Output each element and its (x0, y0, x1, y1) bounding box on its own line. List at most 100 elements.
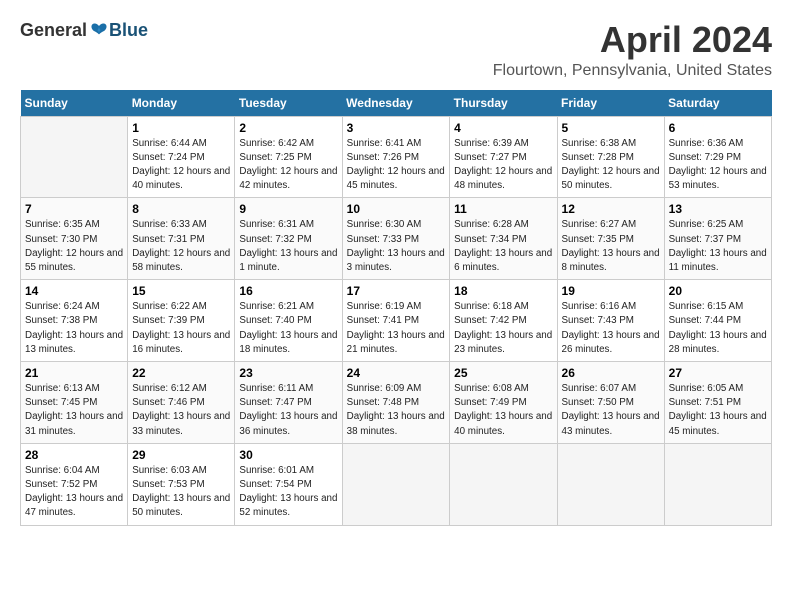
day-info: Sunrise: 6:22 AMSunset: 7:39 PMDaylight:… (132, 300, 230, 357)
day-header-thursday: Thursday (450, 90, 557, 117)
calendar-cell: 3 Sunrise: 6:41 AMSunset: 7:26 PMDaylight… (342, 116, 450, 198)
day-info: Sunrise: 6:07 AMSunset: 7:50 PMDaylight:… (562, 382, 660, 439)
calendar-cell: 27 Sunrise: 6:05 AMSunset: 7:51 PMDayligh… (664, 362, 771, 444)
calendar-cell: 25 Sunrise: 6:08 AMSunset: 7:49 PMDayligh… (450, 362, 557, 444)
day-number: 21 (25, 366, 123, 380)
calendar-header-row: SundayMondayTuesdayWednesdayThursdayFrid… (21, 90, 772, 117)
day-number: 3 (347, 121, 446, 135)
day-number: 11 (454, 202, 552, 216)
day-info: Sunrise: 6:39 AMSunset: 7:27 PMDaylight:… (454, 137, 552, 194)
day-number: 16 (239, 284, 337, 298)
calendar-cell (342, 443, 450, 525)
day-number: 13 (669, 202, 767, 216)
day-number: 12 (562, 202, 660, 216)
calendar-cell: 17 Sunrise: 6:19 AMSunset: 7:41 PMDayligh… (342, 280, 450, 362)
calendar-cell: 13 Sunrise: 6:25 AMSunset: 7:37 PMDayligh… (664, 198, 771, 280)
day-info: Sunrise: 6:42 AMSunset: 7:25 PMDaylight:… (239, 137, 337, 194)
calendar-week-row: 1 Sunrise: 6:44 AMSunset: 7:24 PMDaylight… (21, 116, 772, 198)
calendar-cell: 4 Sunrise: 6:39 AMSunset: 7:27 PMDaylight… (450, 116, 557, 198)
calendar-cell: 9 Sunrise: 6:31 AMSunset: 7:32 PMDaylight… (235, 198, 342, 280)
day-number: 7 (25, 202, 123, 216)
calendar-cell: 24 Sunrise: 6:09 AMSunset: 7:48 PMDayligh… (342, 362, 450, 444)
calendar-cell: 11 Sunrise: 6:28 AMSunset: 7:34 PMDayligh… (450, 198, 557, 280)
calendar-week-row: 28Sunrise: 6:04 AMSunset: 7:52 PMDayligh… (21, 443, 772, 525)
calendar-cell: 2 Sunrise: 6:42 AMSunset: 7:25 PMDaylight… (235, 116, 342, 198)
calendar-cell: 1 Sunrise: 6:44 AMSunset: 7:24 PMDaylight… (128, 116, 235, 198)
day-info: Sunrise: 6:04 AMSunset: 7:52 PMDaylight:… (25, 464, 123, 521)
calendar-cell: 8Sunrise: 6:33 AMSunset: 7:31 PMDaylight… (128, 198, 235, 280)
day-header-tuesday: Tuesday (235, 90, 342, 117)
day-number: 22 (132, 366, 230, 380)
location: Flourtown, Pennsylvania, United States (493, 62, 772, 80)
day-info: Sunrise: 6:24 AMSunset: 7:38 PMDaylight:… (25, 300, 123, 357)
day-number: 19 (562, 284, 660, 298)
calendar-table: SundayMondayTuesdayWednesdayThursdayFrid… (20, 90, 772, 526)
day-header-friday: Friday (557, 90, 664, 117)
calendar-cell (557, 443, 664, 525)
day-number: 4 (454, 121, 552, 135)
calendar-cell: 12 Sunrise: 6:27 AMSunset: 7:35 PMDayligh… (557, 198, 664, 280)
day-info: Sunrise: 6:35 AMSunset: 7:30 PMDaylight:… (25, 218, 123, 275)
day-number: 27 (669, 366, 767, 380)
calendar-week-row: 7 Sunrise: 6:35 AMSunset: 7:30 PMDaylight… (21, 198, 772, 280)
day-info: Sunrise: 6:41 AMSunset: 7:26 PMDaylight:… (347, 137, 446, 194)
day-info: Sunrise: 6:12 AMSunset: 7:46 PMDaylight:… (132, 382, 230, 439)
calendar-cell: 14 Sunrise: 6:24 AMSunset: 7:38 PMDayligh… (21, 280, 128, 362)
day-number: 26 (562, 366, 660, 380)
day-header-monday: Monday (128, 90, 235, 117)
day-info: Sunrise: 6:33 AMSunset: 7:31 PMDaylight:… (132, 218, 230, 275)
day-info: Sunrise: 6:19 AMSunset: 7:41 PMDaylight:… (347, 300, 446, 357)
day-header-saturday: Saturday (664, 90, 771, 117)
day-number: 29 (132, 448, 230, 462)
logo: General Blue (20, 20, 148, 41)
day-info: Sunrise: 6:03 AMSunset: 7:53 PMDaylight:… (132, 464, 230, 521)
day-number: 2 (239, 121, 337, 135)
logo-blue: Blue (109, 20, 148, 41)
logo-text: General Blue (20, 20, 148, 41)
day-number: 1 (132, 121, 230, 135)
day-number: 14 (25, 284, 123, 298)
day-info: Sunrise: 6:25 AMSunset: 7:37 PMDaylight:… (669, 218, 767, 275)
day-info: Sunrise: 6:05 AMSunset: 7:51 PMDaylight:… (669, 382, 767, 439)
calendar-cell: 20Sunrise: 6:15 AMSunset: 7:44 PMDayligh… (664, 280, 771, 362)
day-info: Sunrise: 6:27 AMSunset: 7:35 PMDaylight:… (562, 218, 660, 275)
day-number: 25 (454, 366, 552, 380)
day-number: 10 (347, 202, 446, 216)
day-info: Sunrise: 6:44 AMSunset: 7:24 PMDaylight:… (132, 137, 230, 194)
month-title: April 2024 (493, 20, 772, 60)
day-number: 17 (347, 284, 446, 298)
day-info: Sunrise: 6:28 AMSunset: 7:34 PMDaylight:… (454, 218, 552, 275)
day-info: Sunrise: 6:15 AMSunset: 7:44 PMDaylight:… (669, 300, 767, 357)
day-info: Sunrise: 6:38 AMSunset: 7:28 PMDaylight:… (562, 137, 660, 194)
calendar-cell: 23Sunrise: 6:11 AMSunset: 7:47 PMDayligh… (235, 362, 342, 444)
day-header-sunday: Sunday (21, 90, 128, 117)
day-info: Sunrise: 6:13 AMSunset: 7:45 PMDaylight:… (25, 382, 123, 439)
day-info: Sunrise: 6:11 AMSunset: 7:47 PMDaylight:… (239, 382, 337, 439)
calendar-cell (21, 116, 128, 198)
calendar-week-row: 21 Sunrise: 6:13 AMSunset: 7:45 PMDayligh… (21, 362, 772, 444)
day-info: Sunrise: 6:01 AMSunset: 7:54 PMDaylight:… (239, 464, 337, 521)
day-number: 9 (239, 202, 337, 216)
day-info: Sunrise: 6:08 AMSunset: 7:49 PMDaylight:… (454, 382, 552, 439)
day-info: Sunrise: 6:31 AMSunset: 7:32 PMDaylight:… (239, 218, 337, 275)
day-info: Sunrise: 6:16 AMSunset: 7:43 PMDaylight:… (562, 300, 660, 357)
calendar-week-row: 14 Sunrise: 6:24 AMSunset: 7:38 PMDayligh… (21, 280, 772, 362)
day-number: 15 (132, 284, 230, 298)
day-info: Sunrise: 6:21 AMSunset: 7:40 PMDaylight:… (239, 300, 337, 357)
calendar-cell: 19 Sunrise: 6:16 AMSunset: 7:43 PMDayligh… (557, 280, 664, 362)
day-number: 6 (669, 121, 767, 135)
day-info: Sunrise: 6:09 AMSunset: 7:48 PMDaylight:… (347, 382, 446, 439)
logo-bird-icon (89, 21, 109, 41)
calendar-cell: 28Sunrise: 6:04 AMSunset: 7:52 PMDayligh… (21, 443, 128, 525)
page-container: General Blue April 2024 Flourtown, Penns… (0, 0, 792, 536)
calendar-cell: 21 Sunrise: 6:13 AMSunset: 7:45 PMDayligh… (21, 362, 128, 444)
calendar-cell (664, 443, 771, 525)
day-number: 18 (454, 284, 552, 298)
calendar-cell: 10Sunrise: 6:30 AMSunset: 7:33 PMDayligh… (342, 198, 450, 280)
day-number: 30 (239, 448, 337, 462)
day-number: 24 (347, 366, 446, 380)
calendar-cell: 6 Sunrise: 6:36 AMSunset: 7:29 PMDaylight… (664, 116, 771, 198)
day-info: Sunrise: 6:36 AMSunset: 7:29 PMDaylight:… (669, 137, 767, 194)
calendar-cell: 15 Sunrise: 6:22 AMSunset: 7:39 PMDayligh… (128, 280, 235, 362)
calendar-cell: 26 Sunrise: 6:07 AMSunset: 7:50 PMDayligh… (557, 362, 664, 444)
